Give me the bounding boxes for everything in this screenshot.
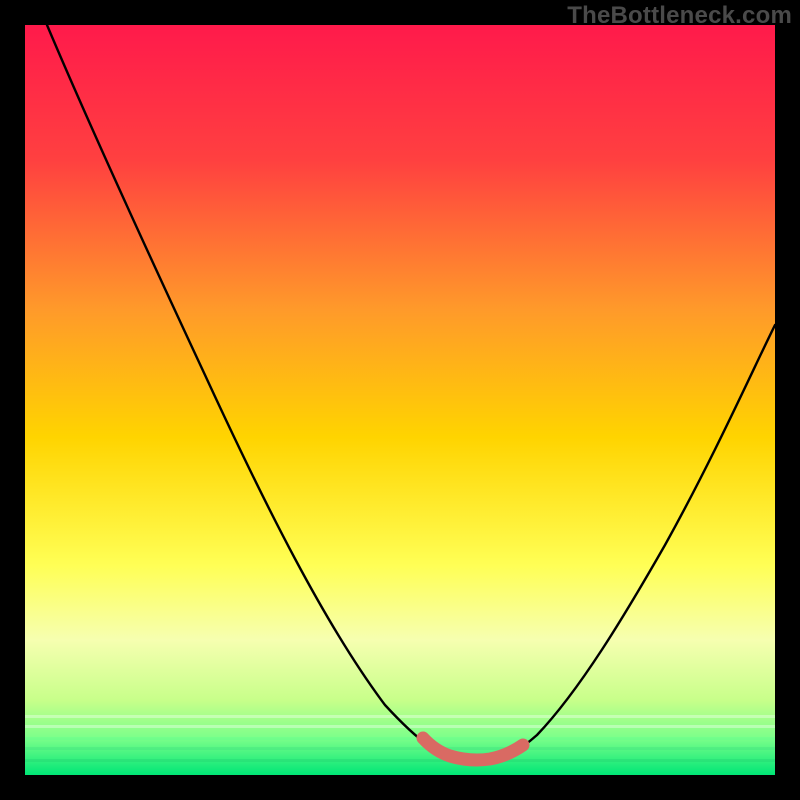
chart-plot-area <box>25 25 775 775</box>
chart-svg <box>25 25 775 775</box>
watermark-text: TheBottleneck.com <box>567 2 792 30</box>
gradient-background <box>25 25 775 775</box>
chart-frame: TheBottleneck.com <box>0 0 800 800</box>
